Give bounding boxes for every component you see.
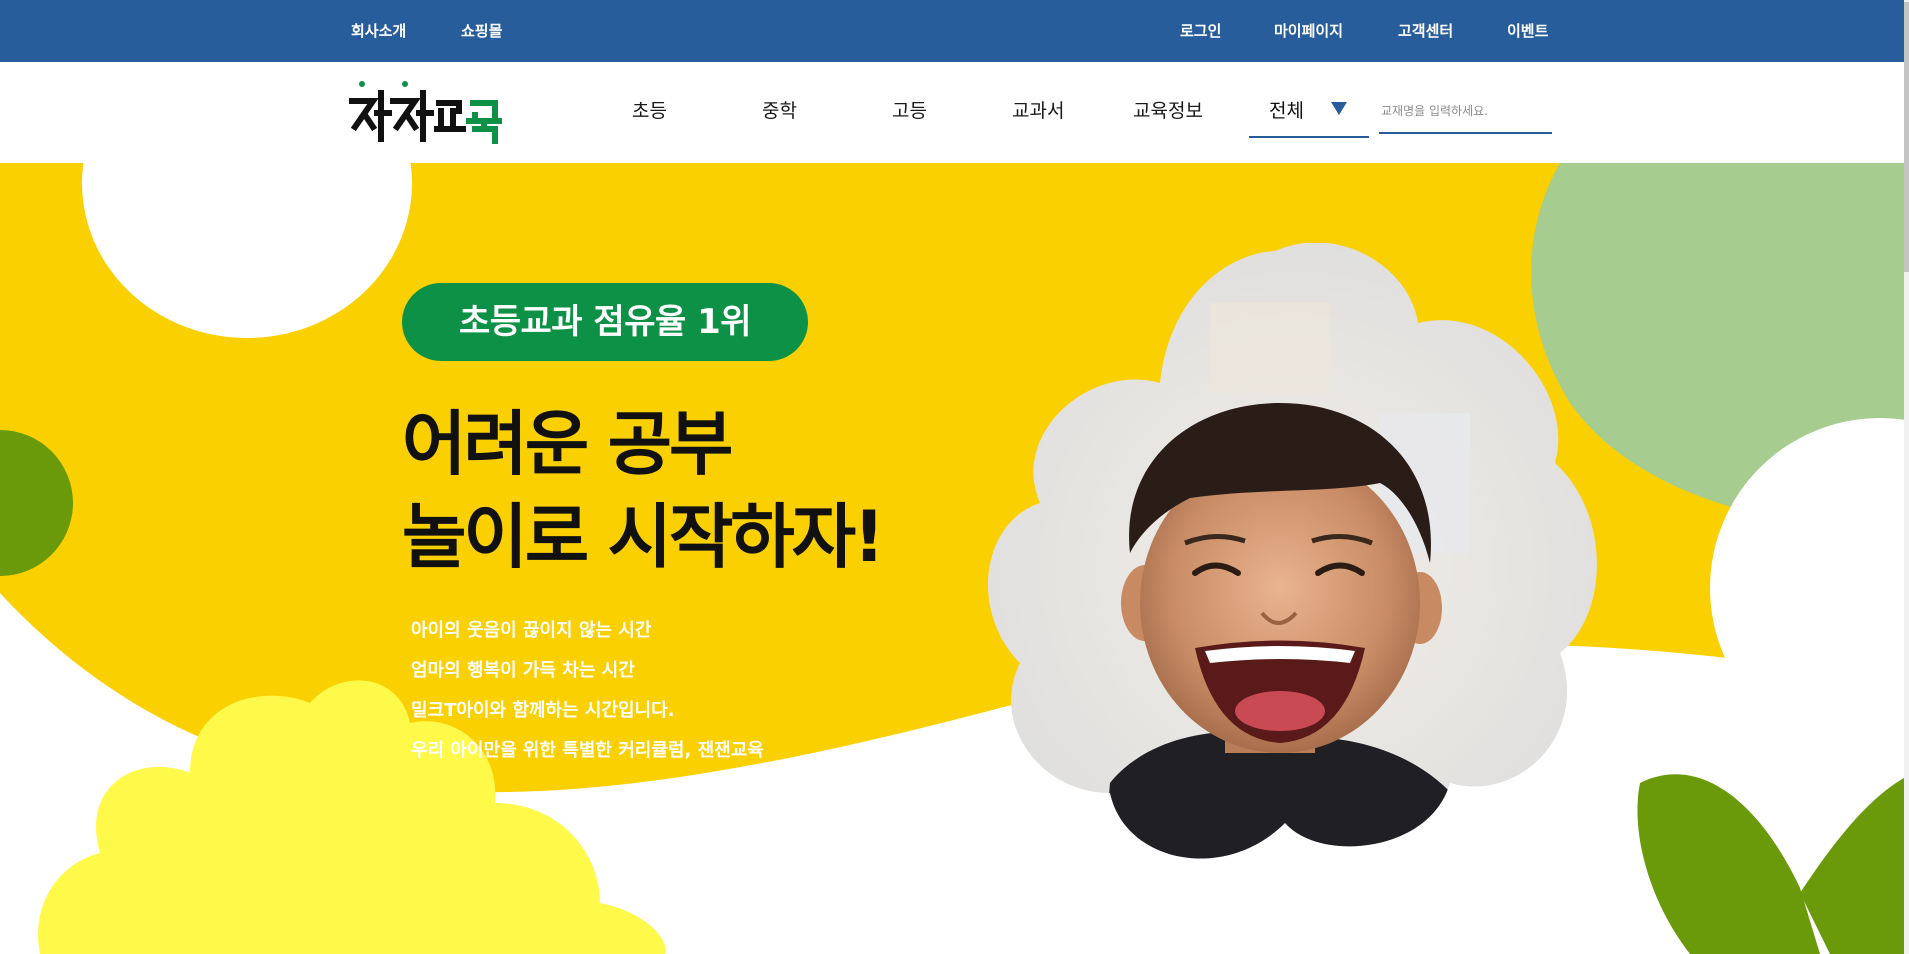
nav-item-textbook[interactable]: 교과서 bbox=[1012, 96, 1064, 123]
hero-headline-line-2: 놀이로 시작하자! bbox=[402, 496, 885, 578]
hero-banner: 초등교과 점유율 1위 어려운 공부 놀이로 시작하자! 아이의 웃음이 끊이지… bbox=[0, 163, 1904, 954]
search-category-value: 전체 bbox=[1269, 100, 1304, 122]
nav-item-high[interactable]: 고등 bbox=[892, 96, 927, 123]
hero-background-shapes bbox=[0, 163, 1904, 954]
topbar-link-mypage[interactable]: 마이페이지 bbox=[1274, 0, 1343, 62]
hero-headline-line-1: 어려운 공부 bbox=[402, 403, 733, 485]
page-scrollbar[interactable] bbox=[1904, 0, 1909, 954]
nav-item-middle[interactable]: 중학 bbox=[762, 96, 797, 123]
topbar-link-support[interactable]: 고객센터 bbox=[1398, 0, 1453, 62]
site-logo[interactable] bbox=[348, 77, 525, 147]
hero-description-line-2: 엄마의 행복이 가득 차는 시간 bbox=[411, 660, 635, 681]
topbar-link-login[interactable]: 로그인 bbox=[1180, 0, 1221, 62]
hero-description-line-4: 우리 아이만을 위한 특별한 커리큘럼, 잰잰교육 bbox=[411, 740, 764, 761]
hero-description: 아이의 웃음이 끊이지 않는 시간 엄마의 행복이 가득 차는 시간 밀크T아이… bbox=[411, 611, 764, 771]
hero-description-line-3: 밀크T아이와 함께하는 시간입니다. bbox=[411, 700, 675, 721]
hero-description-line-1: 아이의 웃음이 끊이지 않는 시간 bbox=[411, 620, 652, 641]
search-input[interactable] bbox=[1379, 96, 1552, 134]
market-share-badge: 초등교과 점유율 1위 bbox=[402, 283, 808, 361]
nav-item-edu-info[interactable]: 교육정보 bbox=[1133, 96, 1203, 123]
chevron-down-icon bbox=[1331, 102, 1347, 115]
search-category-select[interactable]: 전체 bbox=[1249, 96, 1369, 138]
topbar-link-event[interactable]: 이벤트 bbox=[1507, 0, 1548, 62]
nav-item-elementary[interactable]: 초등 bbox=[632, 96, 667, 123]
topbar-link-company[interactable]: 회사소개 bbox=[351, 0, 406, 62]
hero-headline: 어려운 공부 놀이로 시작하자! bbox=[402, 398, 885, 584]
logo-wordmark-icon bbox=[348, 81, 502, 144]
topbar-link-shop[interactable]: 쇼핑몰 bbox=[461, 0, 502, 62]
top-utility-bar: 회사소개 쇼핑몰 로그인 마이페이지 고객센터 이벤트 bbox=[0, 0, 1904, 63]
scrollbar-thumb[interactable] bbox=[1904, 2, 1909, 272]
main-navigation: 초등 중학 고등 교과서 교육정보 전체 bbox=[0, 62, 1904, 163]
